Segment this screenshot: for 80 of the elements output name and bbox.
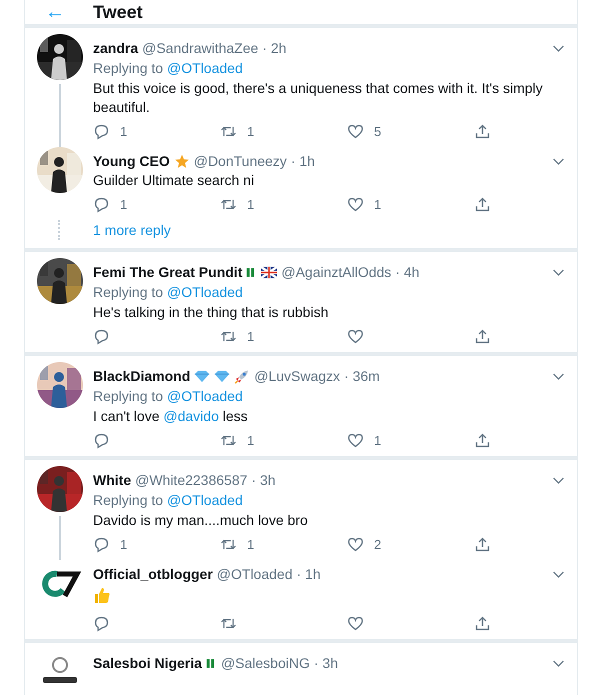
timestamp[interactable]: · 36m: [344, 366, 380, 386]
rocket-icon: [234, 368, 250, 384]
timestamp[interactable]: · 1h: [290, 151, 315, 171]
tweet-text: Guilder Ultimate search ni: [93, 171, 256, 190]
more-replies-link[interactable]: 1 more reply: [93, 220, 171, 240]
retweet-count: 1: [247, 197, 254, 212]
flag-icon: [261, 264, 278, 280]
reply-icon[interactable]: [93, 615, 110, 632]
tweet-text: Davido is my man....much love bro: [93, 511, 309, 530]
mention-link[interactable]: @OTloaded: [167, 58, 243, 79]
reply-count: 1: [120, 197, 128, 212]
replying-label: Replying to: [93, 491, 164, 510]
like-count: 1: [374, 433, 382, 448]
user-name[interactable]: White: [93, 470, 132, 490]
reply-icon[interactable]: [93, 328, 110, 345]
share-icon[interactable]: [474, 328, 491, 345]
replying-label: Replying to: [93, 59, 164, 78]
user-handle[interactable]: @AgainztAllOdds: [281, 262, 392, 282]
thumbs-up-icon: [93, 586, 111, 604]
heart-icon[interactable]: [347, 432, 364, 449]
tweet-text: But this voice is good, there's a uniqueness that comes with it. It's simply beautiful.: [93, 79, 544, 117]
timestamp[interactable]: · 2h: [262, 38, 286, 58]
replying-label: Replying to: [93, 283, 164, 302]
heart-icon[interactable]: [347, 328, 364, 345]
timestamp[interactable]: · 3h: [314, 653, 338, 673]
like-count: 2: [374, 537, 382, 552]
share-icon[interactable]: [474, 432, 491, 449]
retweet-count: 1: [247, 433, 254, 448]
like-count: 1: [374, 197, 382, 212]
reply-icon[interactable]: [93, 432, 110, 449]
reply-count: 1: [120, 124, 128, 139]
user-name[interactable]: Salesboi Nigeria: [93, 653, 202, 673]
user-handle[interactable]: @SalesboiNG: [220, 653, 310, 673]
retweet-count: 1: [247, 124, 254, 139]
page-title: Tweet: [93, 2, 143, 22]
heart-icon[interactable]: [347, 123, 364, 140]
timestamp[interactable]: · 3h: [251, 470, 276, 490]
heart-icon[interactable]: [347, 196, 364, 213]
mention-link[interactable]: @OTloaded: [167, 490, 243, 511]
share-icon[interactable]: [474, 196, 491, 213]
like-count: 5: [374, 124, 382, 139]
chevron-icon[interactable]: [552, 476, 565, 484]
back-button[interactable]: ←: [45, 0, 65, 24]
replying-label: Replying to: [93, 387, 164, 406]
chevron-icon[interactable]: [552, 570, 565, 578]
reply-icon[interactable]: [93, 536, 110, 553]
timestamp[interactable]: · 1h: [296, 564, 321, 584]
chevron-icon[interactable]: [552, 156, 565, 166]
tweet-text: I can't love @davido less: [93, 407, 249, 426]
chevron-icon[interactable]: [552, 44, 565, 52]
chevron-icon[interactable]: [552, 268, 565, 276]
star-icon: [174, 154, 190, 168]
retweet-count: 1: [247, 329, 254, 344]
mention-link[interactable]: @OTloaded: [167, 282, 243, 303]
user-name[interactable]: Femi The Great Pundit: [93, 262, 242, 282]
share-icon[interactable]: [474, 123, 491, 140]
user-handle[interactable]: @SandrawithaZee: [142, 38, 258, 58]
retweet-count: 1: [247, 537, 254, 552]
user-handle[interactable]: @White22386587: [135, 470, 248, 490]
timestamp[interactable]: · 4h: [395, 262, 420, 282]
user-name[interactable]: Official_otblogger: [93, 564, 213, 584]
reply-count: 1: [120, 537, 128, 552]
reply-icon[interactable]: [93, 123, 110, 140]
heart-icon[interactable]: [347, 615, 364, 632]
mention-link[interactable]: @OTloaded: [167, 386, 243, 407]
user-handle[interactable]: @LuvSwagzx: [254, 366, 340, 386]
share-icon[interactable]: [474, 615, 491, 632]
diamond-icon: [194, 368, 210, 384]
diamond-icon: [214, 368, 230, 384]
user-name[interactable]: zandra: [93, 38, 138, 58]
tweet-text: He's talking in the thing that is rubbish: [93, 303, 330, 322]
reply-icon[interactable]: [93, 196, 110, 213]
chevron-icon[interactable]: [552, 372, 565, 380]
chevron-icon[interactable]: [552, 658, 565, 668]
user-handle[interactable]: @OTloaded: [216, 564, 292, 584]
share-icon[interactable]: [474, 536, 491, 553]
user-name[interactable]: BlackDiamond: [93, 366, 190, 386]
heart-icon[interactable]: [347, 536, 364, 553]
user-name[interactable]: Young CEO: [93, 151, 170, 171]
user-handle[interactable]: @DonTuneezy: [194, 151, 287, 171]
